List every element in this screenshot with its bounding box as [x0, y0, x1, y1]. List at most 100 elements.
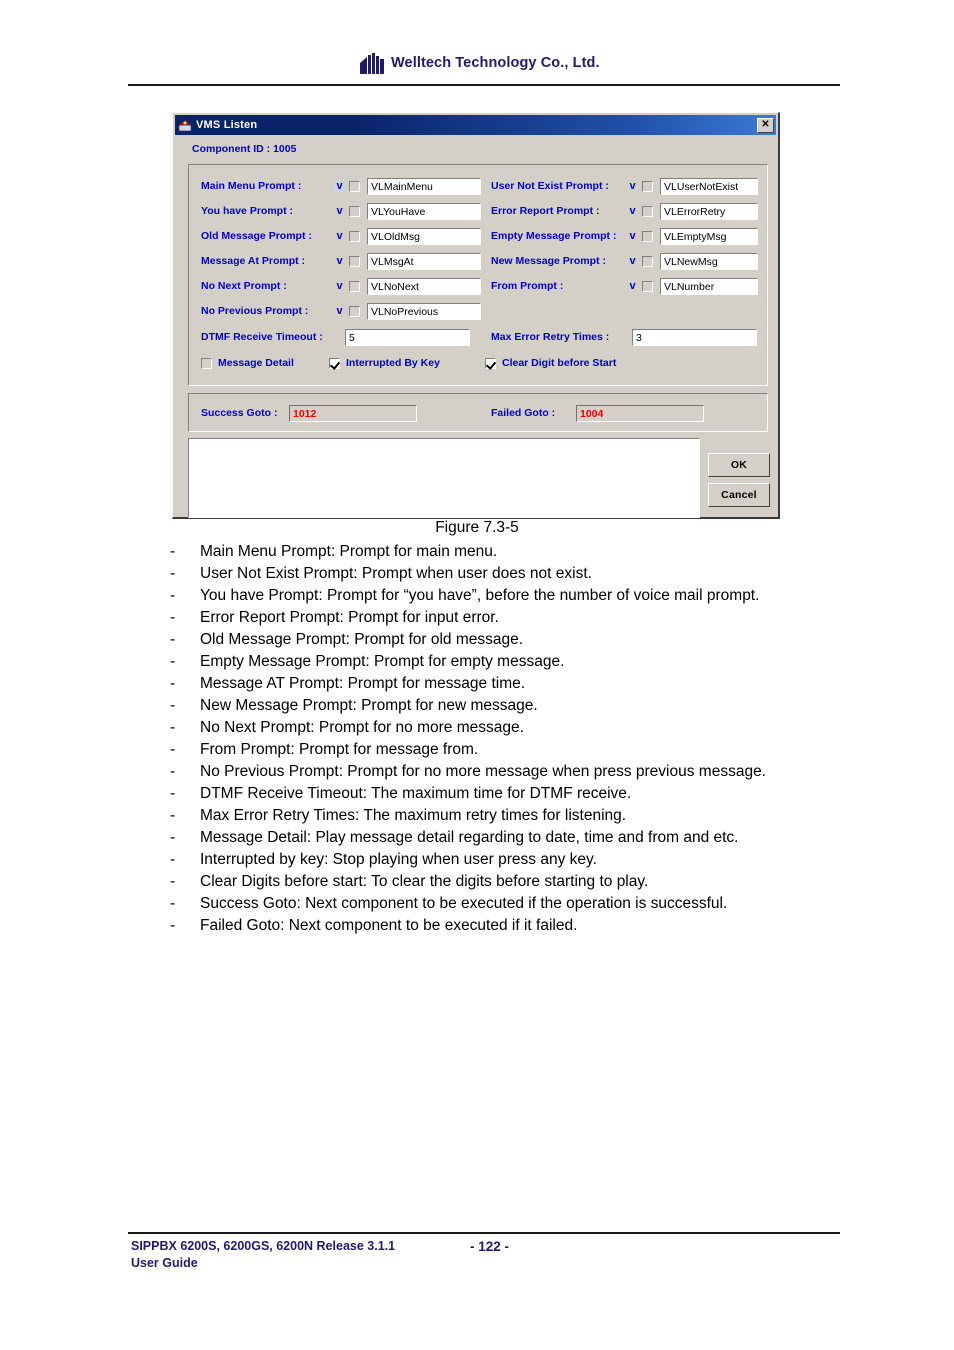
- cancel-button[interactable]: Cancel: [708, 483, 770, 507]
- log-textarea[interactable]: [188, 438, 700, 518]
- input-user-not-exist-prompt[interactable]: VLUserNotExist: [660, 177, 758, 195]
- list-item-text: No Next Prompt: Prompt for no more messa…: [200, 719, 524, 736]
- option-message-detail[interactable]: Message Detail: [201, 355, 294, 371]
- list-item: - Success Goto: Next component to be exec…: [166, 893, 822, 915]
- label-no-previous-prompt: No Previous Prompt :: [201, 305, 309, 317]
- field-row-error-report-prompt: Error Report Prompt : v VLErrorRetry: [491, 201, 758, 221]
- input-you-have-prompt[interactable]: VLYouHave: [367, 202, 481, 220]
- list-item: - Error Report Prompt: Prompt for input e…: [166, 607, 822, 629]
- label-clear-digit-before-start: Clear Digit before Start: [502, 357, 617, 369]
- list-item-text: Empty Message Prompt: Prompt for empty m…: [200, 653, 565, 670]
- ok-button[interactable]: OK: [708, 453, 770, 477]
- field-row-no-previous-prompt: No Previous Prompt : v VLNoPrevious: [201, 301, 481, 321]
- input-dtmf-receive-timeout[interactable]: 5: [345, 328, 470, 346]
- input-failed-goto[interactable]: 1004: [576, 404, 704, 422]
- input-from-prompt[interactable]: VLNumber: [660, 277, 758, 295]
- checkbox-old-message-prompt[interactable]: [349, 230, 360, 242]
- input-new-message-prompt[interactable]: VLNewMsg: [660, 252, 758, 270]
- input-main-menu-prompt[interactable]: VLMainMenu: [367, 177, 481, 195]
- field-row-max-error-retry-times: Max Error Retry Times : 3: [491, 327, 757, 347]
- checkbox-error-report-prompt[interactable]: [642, 205, 653, 217]
- list-item-text: Message AT Prompt: Prompt for message ti…: [200, 675, 526, 692]
- dropdown-marker-old-message[interactable]: v: [334, 230, 345, 242]
- dropdown-marker-no-next[interactable]: v: [334, 280, 345, 292]
- input-max-error-retry-times[interactable]: 3: [632, 328, 757, 346]
- list-item: - Message AT Prompt: Prompt for message t…: [166, 673, 822, 695]
- input-success-goto[interactable]: 1012: [289, 404, 417, 422]
- label-failed-goto: Failed Goto :: [491, 407, 556, 419]
- footer-page-number: - 122 -: [470, 1239, 510, 1254]
- label-empty-message-prompt: Empty Message Prompt :: [491, 230, 617, 242]
- dropdown-marker-user-not-exist[interactable]: v: [627, 180, 638, 192]
- list-item: - Failed Goto: Next component to be execu…: [166, 915, 822, 937]
- input-old-message-prompt[interactable]: VLOldMsg: [367, 227, 481, 245]
- dialog-titlebar[interactable]: VMS Listen ✕: [175, 115, 776, 135]
- checkbox-no-next-prompt[interactable]: [349, 280, 360, 292]
- checkbox-clear-digit-before-start[interactable]: [485, 357, 496, 369]
- dropdown-marker-main-menu[interactable]: v: [334, 180, 345, 192]
- list-marker: -: [170, 741, 176, 758]
- list-marker: -: [170, 565, 176, 582]
- checkbox-user-not-exist-prompt[interactable]: [642, 180, 653, 192]
- list-item: - Empty Message Prompt: Prompt for empty …: [166, 651, 822, 673]
- dropdown-marker-no-previous[interactable]: v: [334, 305, 345, 317]
- input-message-at-prompt[interactable]: VLMsgAt: [367, 252, 481, 270]
- welltech-building-logo-icon: [360, 52, 386, 74]
- input-empty-message-prompt[interactable]: VLEmptyMsg: [660, 227, 758, 245]
- dropdown-marker-empty-message[interactable]: v: [627, 230, 638, 242]
- checkbox-main-menu-prompt[interactable]: [349, 180, 360, 192]
- list-marker: -: [170, 631, 176, 648]
- checkbox-empty-message-prompt[interactable]: [642, 230, 653, 242]
- header-divider: [128, 84, 840, 86]
- list-marker: -: [170, 609, 176, 626]
- dropdown-marker-new-message[interactable]: v: [627, 255, 638, 267]
- list-marker: -: [170, 763, 176, 780]
- list-item: - Clear Digits before start: To clear the…: [166, 871, 822, 893]
- list-marker: -: [170, 807, 176, 824]
- list-item: - Max Error Retry Times: The maximum retr…: [166, 805, 822, 827]
- list-item: - Interrupted by key: Stop playing when u…: [166, 849, 822, 871]
- option-clear-digit-before-start[interactable]: Clear Digit before Start: [485, 355, 616, 371]
- checkbox-from-prompt[interactable]: [642, 280, 653, 292]
- dropdown-marker-error-report[interactable]: v: [627, 205, 638, 217]
- label-max-error-retry-times: Max Error Retry Times :: [491, 331, 610, 343]
- list-item-text: Error Report Prompt: Prompt for input er…: [200, 609, 499, 626]
- list-item-text: Success Goto: Next component to be execu…: [200, 895, 728, 912]
- dropdown-marker-message-at[interactable]: v: [334, 255, 345, 267]
- figure-caption: Figure 7.3-5: [435, 519, 519, 536]
- label-you-have-prompt: You have Prompt :: [201, 205, 293, 217]
- list-marker: -: [170, 653, 176, 670]
- input-no-next-prompt[interactable]: VLNoNext: [367, 277, 481, 295]
- checkbox-message-detail[interactable]: [201, 357, 212, 369]
- field-row-new-message-prompt: New Message Prompt : v VLNewMsg: [491, 251, 758, 271]
- option-interrupted-by-key[interactable]: Interrupted By Key: [329, 355, 440, 371]
- label-new-message-prompt: New Message Prompt :: [491, 255, 606, 267]
- checkbox-no-previous-prompt[interactable]: [349, 305, 360, 317]
- dropdown-marker-from[interactable]: v: [627, 280, 638, 292]
- input-no-previous-prompt[interactable]: VLNoPrevious: [367, 302, 481, 320]
- label-old-message-prompt: Old Message Prompt :: [201, 230, 312, 242]
- footer-divider: [128, 1232, 840, 1234]
- label-user-not-exist-prompt: User Not Exist Prompt :: [491, 180, 609, 192]
- list-marker: -: [170, 895, 176, 912]
- checkbox-message-at-prompt[interactable]: [349, 255, 360, 267]
- app-icon: [178, 118, 192, 132]
- list-item: - You have Prompt: Prompt for “you have”,…: [166, 585, 822, 607]
- checkbox-interrupted-by-key[interactable]: [329, 357, 340, 369]
- list-marker: -: [170, 829, 176, 846]
- list-item-text: From Prompt: Prompt for message from.: [200, 741, 479, 758]
- label-message-at-prompt: Message At Prompt :: [201, 255, 306, 267]
- field-row-dtmf-receive-timeout: DTMF Receive Timeout : 5: [201, 327, 470, 347]
- label-dtmf-receive-timeout: DTMF Receive Timeout :: [201, 331, 323, 343]
- input-error-report-prompt[interactable]: VLErrorRetry: [660, 202, 758, 220]
- checkbox-new-message-prompt[interactable]: [642, 255, 653, 267]
- list-item-text: Max Error Retry Times: The maximum retry…: [200, 807, 627, 824]
- close-icon[interactable]: ✕: [757, 117, 774, 133]
- dropdown-marker-you-have[interactable]: v: [334, 205, 345, 217]
- footer-line-1: SIPPBX 6200S, 6200GS, 6200N Release 3.1.…: [131, 1239, 396, 1253]
- description-list: - Main Menu Prompt: Prompt for main menu.…: [166, 541, 822, 937]
- component-id-label: Component ID : 1005: [192, 143, 297, 155]
- checkbox-you-have-prompt[interactable]: [349, 205, 360, 217]
- list-item-text: New Message Prompt: Prompt for new messa…: [200, 697, 538, 714]
- footer-line-2: User Guide: [131, 1256, 198, 1270]
